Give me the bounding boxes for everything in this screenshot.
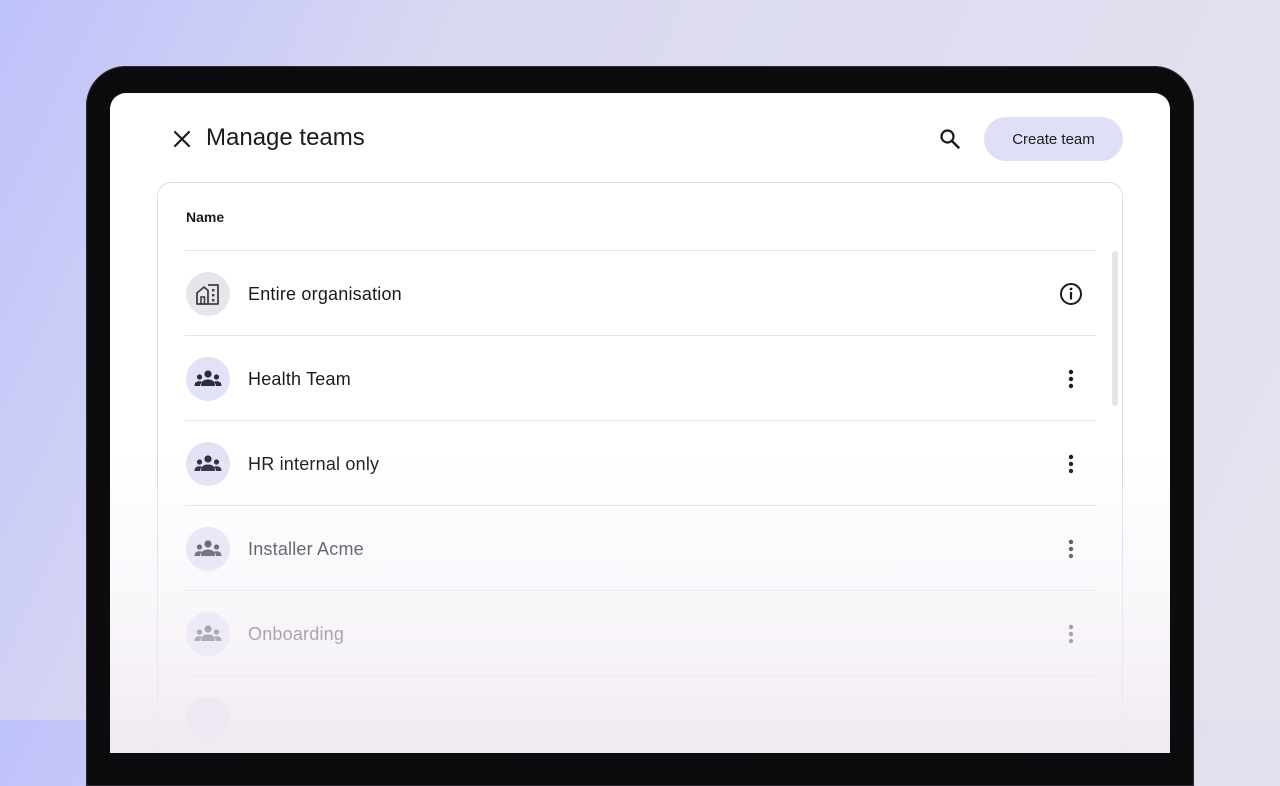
- more-options-button[interactable]: [1055, 363, 1087, 395]
- group-icon: [194, 455, 222, 471]
- more-options-button[interactable]: [1055, 448, 1087, 480]
- team-name: Entire organisation: [248, 284, 402, 304]
- more-options-button[interactable]: [1055, 533, 1087, 565]
- group-icon: [194, 540, 222, 556]
- more-vert-icon: [1068, 624, 1074, 644]
- group-icon: [194, 625, 222, 641]
- list-item[interactable]: Installer Acme: [185, 506, 1096, 591]
- team-name: HR internal only: [248, 454, 380, 474]
- avatar: [186, 272, 230, 316]
- avatar: [186, 697, 230, 741]
- more-vert-icon: [1068, 369, 1074, 389]
- search-icon: [940, 129, 960, 149]
- building-icon: [196, 284, 219, 305]
- list-item[interactable]: HR internal only: [185, 421, 1096, 506]
- info-icon: [1060, 283, 1082, 305]
- list-item[interactable]: Health Team: [185, 336, 1096, 421]
- close-button[interactable]: [170, 127, 194, 151]
- avatar: [186, 357, 230, 401]
- list-item[interactable]: Onboarding: [185, 591, 1096, 676]
- list-item[interactable]: Entire organisation: [185, 251, 1096, 336]
- page-title: Manage teams: [206, 124, 365, 151]
- scrollbar[interactable]: [1112, 251, 1118, 406]
- team-name: Health Team: [248, 369, 351, 389]
- search-button[interactable]: [934, 123, 966, 155]
- group-icon: [194, 370, 222, 386]
- avatar: [186, 442, 230, 486]
- column-header-name: Name: [186, 209, 225, 225]
- info-button[interactable]: [1055, 278, 1087, 310]
- avatar: [186, 527, 230, 571]
- more-vert-icon: [1068, 454, 1074, 474]
- teams-table: Name Entire organisation Health Team HR …: [157, 182, 1123, 753]
- more-options-button[interactable]: [1055, 618, 1087, 650]
- create-team-button[interactable]: Create team: [984, 117, 1123, 161]
- list-item[interactable]: [185, 676, 1096, 753]
- teams-list: Entire organisation Health Team HR inter…: [185, 251, 1096, 753]
- team-name: Installer Acme: [248, 539, 364, 559]
- manage-teams-screen: Manage teams Create team Name Entire org…: [110, 93, 1170, 753]
- more-vert-icon: [1068, 539, 1074, 559]
- avatar: [186, 612, 230, 656]
- close-icon: [173, 130, 191, 148]
- team-name: Onboarding: [248, 624, 345, 644]
